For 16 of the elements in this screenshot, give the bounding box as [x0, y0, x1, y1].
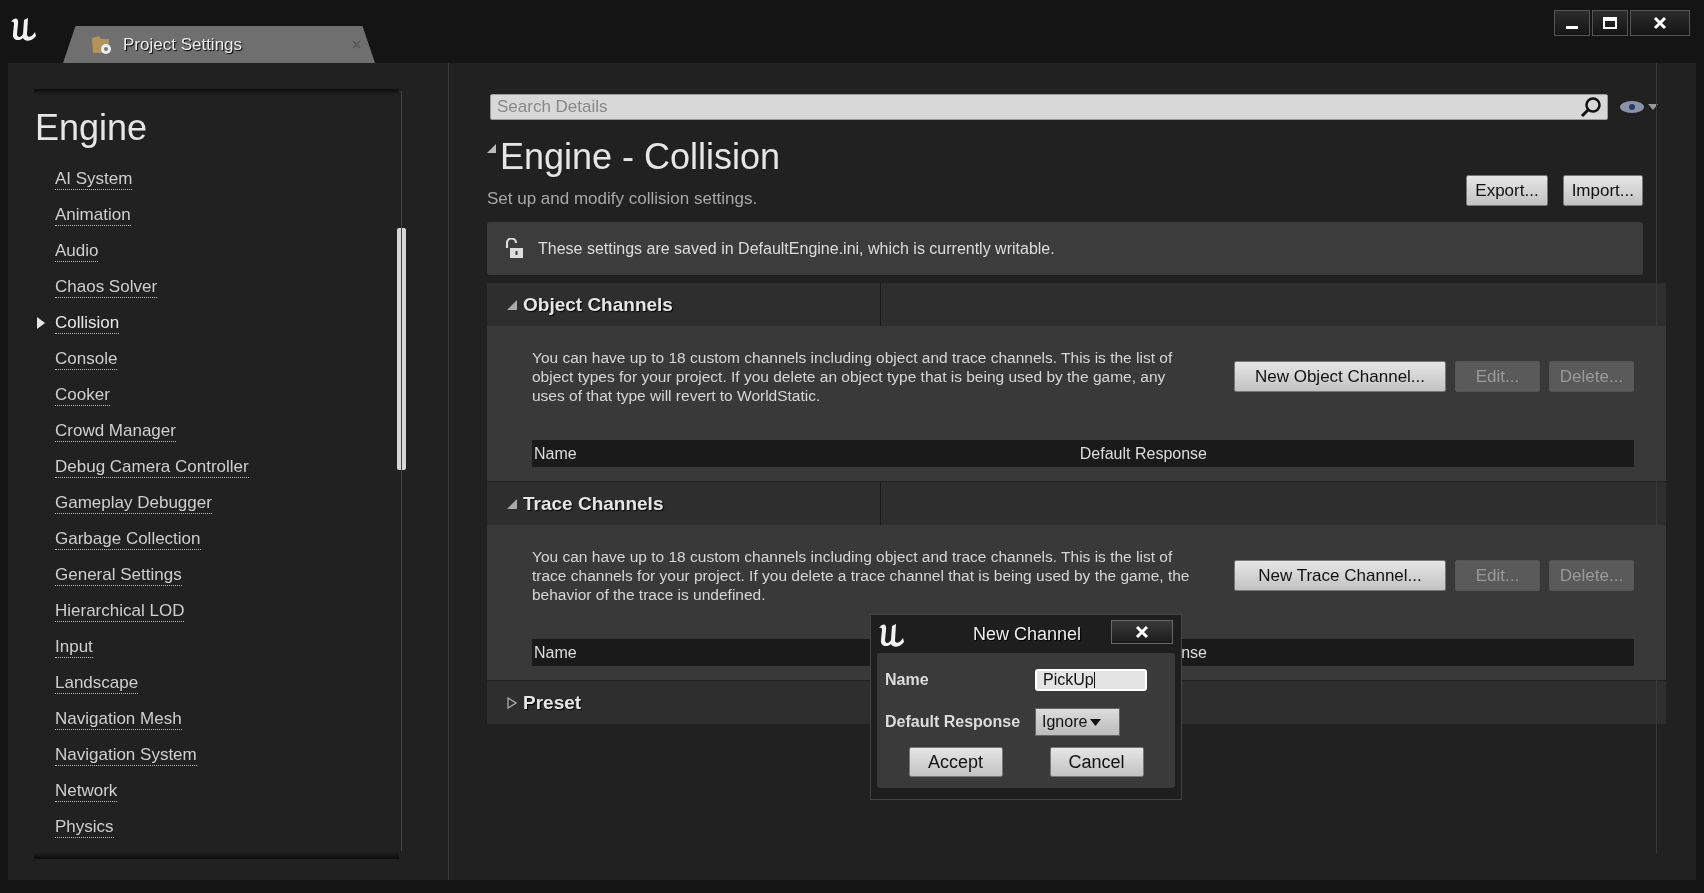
field-label: Name — [885, 671, 930, 689]
page-title: Engine - Collision — [500, 137, 781, 177]
column-header: nse — [1180, 643, 1207, 662]
section-description: You can have up to 18 custom channels including object and trace channels. This is the list of trace channels for your project. If you delete a trace channel that is being used by the game, the behavior of the trace is undefined. — [532, 547, 1191, 604]
column-header: Name — [533, 444, 577, 463]
column-header: Name — [533, 643, 577, 662]
section-title: Object Channels — [523, 293, 673, 316]
dialog-title: New Channel — [973, 624, 1082, 645]
page-subtitle: Set up and modify collision settings. — [487, 189, 759, 209]
column-header: Default Response — [1078, 444, 1207, 463]
section-description: You can have up to 18 custom channels including object and trace channels. This is the list of object types for your project. If you delete an object type that is being used by the game, any uses of that type will revert to WorldStatic. — [532, 348, 1174, 405]
notice-text: These settings are saved in DefaultEngine.ini, which is currently writable. — [538, 239, 1055, 258]
category-heading: Engine — [35, 108, 149, 148]
section-title: Preset — [523, 691, 582, 714]
field-label: Default Response — [885, 713, 1022, 731]
section-title: Trace Channels — [523, 492, 664, 515]
